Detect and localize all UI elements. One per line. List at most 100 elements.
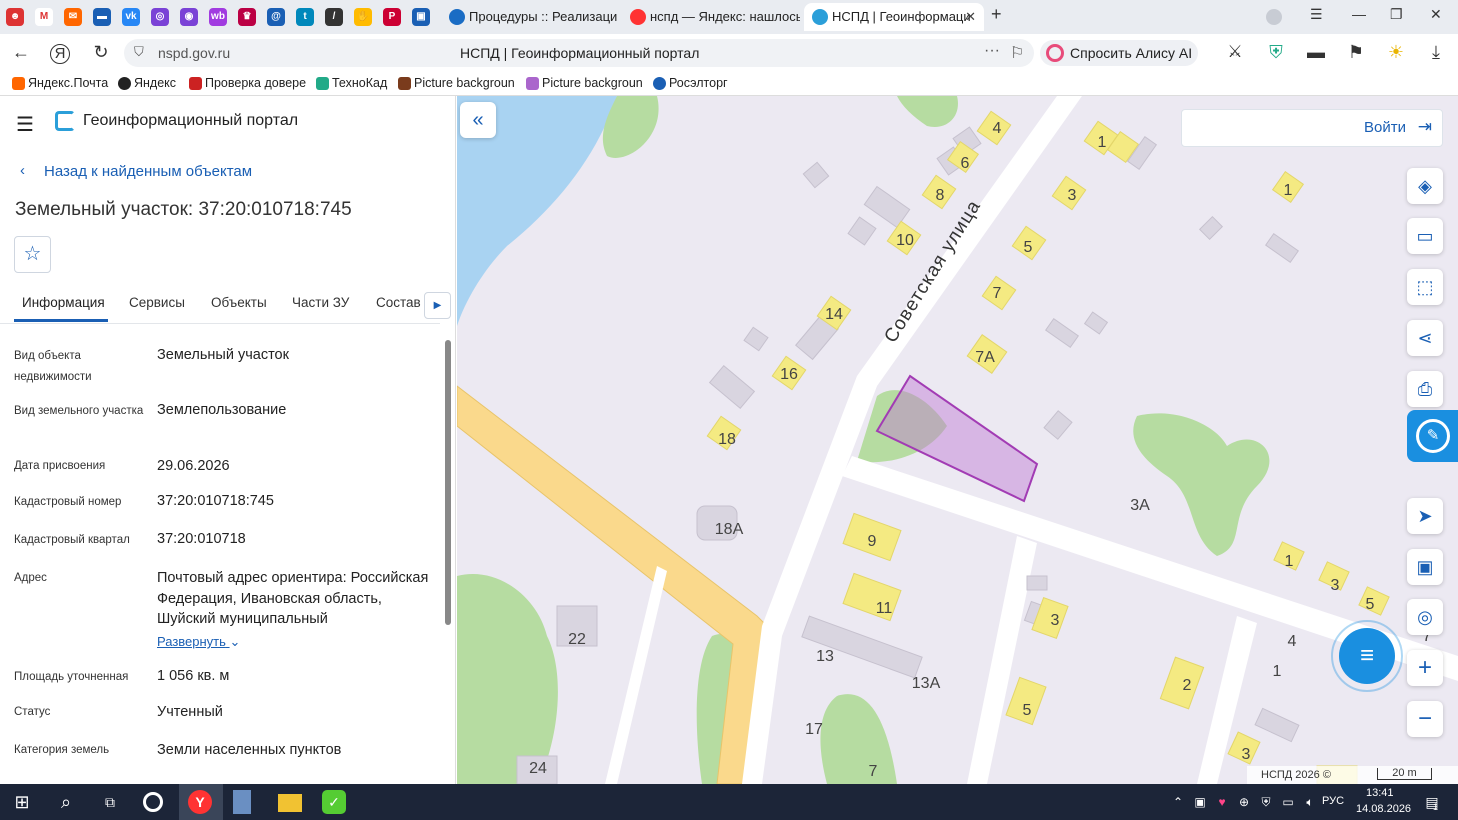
- tray-app-icon[interactable]: ▣: [1188, 790, 1212, 814]
- url-field[interactable]: ⛉ nspd.gov.ru НСПД | Геоинформационный п…: [124, 39, 1034, 67]
- back-arrow-icon[interactable]: ←: [10, 42, 32, 63]
- pinned-tab-icon[interactable]: ◎: [151, 8, 169, 26]
- shield-icon[interactable]: ⛨: [1265, 42, 1287, 63]
- document-app-icon[interactable]: [233, 790, 251, 814]
- menu-icon[interactable]: ☰: [1310, 6, 1323, 23]
- hamburger-menu-icon[interactable]: ☰: [16, 112, 34, 137]
- login-button[interactable]: Войти ⇥: [1181, 109, 1443, 147]
- pinned-tab-mail-icon[interactable]: M: [35, 8, 53, 26]
- back-to-results-link[interactable]: Назад к найденным объектам: [44, 163, 252, 180]
- minimize-icon[interactable]: —: [1352, 6, 1366, 22]
- bookmark-item[interactable]: ТехноКад: [316, 76, 387, 90]
- pinned-tab-icon[interactable]: ▣: [412, 8, 430, 26]
- yandex-browser-icon[interactable]: Y: [188, 790, 212, 814]
- weather-icon[interactable]: ☀: [1385, 42, 1407, 63]
- profile-icon[interactable]: [1266, 9, 1282, 25]
- reload-icon[interactable]: ↻: [90, 42, 112, 63]
- pinned-tab-icon[interactable]: t: [296, 8, 314, 26]
- extension-icon[interactable]: ⚑: [1345, 42, 1367, 63]
- close-window-icon[interactable]: ✕: [1430, 6, 1442, 23]
- favorite-star-button[interactable]: ☆: [14, 236, 51, 273]
- bookmark-item[interactable]: Проверка довере: [189, 76, 306, 90]
- bookmark-item[interactable]: Яндекс.Почта: [12, 76, 108, 90]
- tabs-scroll-right-icon[interactable]: ▶: [424, 292, 451, 319]
- pinned-tab-icon[interactable]: ✉: [64, 8, 82, 26]
- pinned-tab-icon[interactable]: /: [325, 8, 343, 26]
- zoom-in-button[interactable]: +: [1407, 650, 1443, 686]
- tab-objects[interactable]: Объекты: [211, 295, 267, 310]
- volume-icon[interactable]: 🔈︎: [1298, 790, 1322, 814]
- tab-yandex-search[interactable]: нспд — Яндекс: нашлось: [622, 3, 800, 31]
- tab-procedures[interactable]: Процедуры :: Реализация: [441, 3, 617, 31]
- share-button[interactable]: ⋖: [1407, 320, 1443, 356]
- tray-app-icon[interactable]: ⊕: [1232, 790, 1256, 814]
- tray-app-icon[interactable]: ⛨: [1254, 790, 1278, 814]
- tab-services[interactable]: Сервисы: [129, 295, 185, 310]
- tray-app-icon[interactable]: ♥: [1210, 790, 1234, 814]
- pinned-tab-icon[interactable]: ✋: [354, 8, 372, 26]
- bookmark-item[interactable]: Росэлторг: [653, 76, 728, 90]
- search-icon[interactable]: ⌕: [54, 790, 78, 814]
- task-view-icon[interactable]: ⧉: [98, 790, 122, 814]
- print-button[interactable]: ⎙: [1407, 371, 1443, 407]
- bookmark-item[interactable]: Picture backgroun: [526, 76, 642, 90]
- yandex-logo-icon[interactable]: Я: [50, 44, 70, 64]
- network-icon[interactable]: ▭: [1276, 790, 1300, 814]
- tab-land-parts[interactable]: Части ЗУ: [292, 295, 349, 310]
- notifications-icon[interactable]: ▤: [1420, 790, 1444, 814]
- restore-icon[interactable]: ❐: [1390, 6, 1403, 23]
- zoom-out-button[interactable]: −: [1407, 701, 1443, 737]
- clock-time[interactable]: 13:41: [1366, 787, 1394, 799]
- field-value: 37:20:010718: [157, 531, 246, 547]
- language-indicator[interactable]: РУС: [1322, 795, 1344, 807]
- more-dots-icon[interactable]: ···: [984, 42, 1000, 60]
- minimap-button[interactable]: ▣: [1407, 549, 1443, 585]
- feedback-chat-button[interactable]: ✎: [1407, 410, 1458, 462]
- map-canvas[interactable]: Советская улица 4 1 6 8 10 3 1 5 7 14 7А…: [457, 96, 1458, 784]
- pinned-tab-icon[interactable]: ♛: [238, 8, 256, 26]
- layers-button[interactable]: ◈: [1407, 168, 1443, 204]
- pinned-tab-vk-icon[interactable]: vk: [122, 8, 140, 26]
- svg-text:24: 24: [529, 760, 547, 777]
- clock-date[interactable]: 14.08.2026: [1356, 803, 1411, 815]
- field-label: Площадь уточненная: [14, 671, 129, 683]
- extension-icon[interactable]: ⚔: [1224, 42, 1246, 62]
- pinned-tab-icon[interactable]: ◉: [180, 8, 198, 26]
- collapse-panel-button[interactable]: «: [460, 102, 496, 138]
- extension-icon[interactable]: ▬: [1305, 42, 1327, 63]
- bookmark-item[interactable]: Picture backgroun: [398, 76, 514, 90]
- layers-icon: ◈: [1418, 176, 1432, 196]
- bookmark-item[interactable]: Яндекс: [118, 76, 176, 90]
- tab-nspd-active[interactable]: НСПД | Геоинформаци ✕: [804, 3, 984, 31]
- locate-button[interactable]: ➤: [1407, 498, 1443, 534]
- file-explorer-icon[interactable]: [278, 794, 302, 812]
- portal-title: Геоинформационный портал: [83, 112, 299, 129]
- app-icon[interactable]: ✓: [322, 790, 346, 814]
- measure-ruler-button[interactable]: ▭: [1407, 218, 1443, 254]
- pinned-tab-icon[interactable]: ☻: [6, 8, 24, 26]
- select-area-button[interactable]: ⬚: [1407, 269, 1443, 305]
- tab-information[interactable]: Информация: [22, 295, 105, 310]
- downloads-icon[interactable]: ⤓: [1425, 42, 1447, 63]
- new-tab-plus-icon[interactable]: +: [991, 4, 1002, 25]
- bookmark-icon[interactable]: ⚐: [1010, 43, 1024, 63]
- geolocation-button[interactable]: ◎: [1407, 599, 1443, 635]
- svg-text:8: 8: [936, 187, 945, 204]
- windows-start-icon[interactable]: ⊞: [10, 790, 34, 814]
- chat-fab-button[interactable]: ≡: [1339, 628, 1395, 684]
- site-info-icon[interactable]: ⛉: [134, 44, 144, 60]
- app-icon[interactable]: [143, 792, 163, 812]
- tray-chevron-icon[interactable]: ⌃: [1166, 790, 1190, 814]
- ask-alice-button[interactable]: Спросить Алису AI: [1040, 40, 1198, 66]
- close-tab-icon[interactable]: ✕: [965, 3, 976, 31]
- map-area[interactable]: Советская улица 4 1 6 8 10 3 1 5 7 14 7А…: [457, 96, 1458, 784]
- chevron-left-icon[interactable]: ‹: [20, 162, 25, 179]
- pinned-tab-wb-icon[interactable]: wb: [209, 8, 227, 26]
- expand-link[interactable]: Развернуть ⌄: [157, 634, 240, 650]
- panel-scrollbar[interactable]: [443, 328, 453, 776]
- pinned-tab-icon[interactable]: P: [383, 8, 401, 26]
- tab-composition[interactable]: Состав: [376, 295, 421, 310]
- pinned-tab-icon[interactable]: @: [267, 8, 285, 26]
- pinned-tab-icon[interactable]: ▬: [93, 8, 111, 26]
- scrollbar-thumb[interactable]: [445, 340, 451, 625]
